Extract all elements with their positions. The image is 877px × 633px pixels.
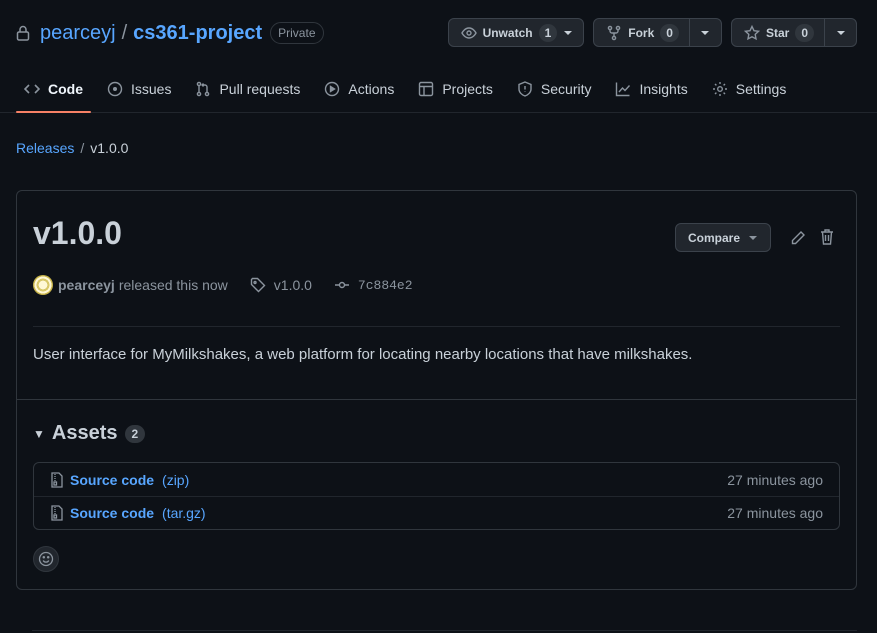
unwatch-label: Unwatch [482,25,533,40]
commit-link[interactable]: 7c884e2 [334,277,413,293]
assets-list: Source code (zip) 27 minutes ago Source … [33,462,840,530]
repo-name-link[interactable]: cs361-project [133,22,262,45]
list-item[interactable]: Source code (zip) 27 minutes ago [34,463,839,496]
tag-label: v1.0.0 [273,277,312,293]
shield-icon [517,81,533,97]
star-count: 0 [795,23,814,42]
tab-label: Issues [131,81,172,97]
fork-button[interactable]: Fork 0 [594,19,689,46]
play-icon [324,81,340,97]
repo-owner-link[interactable]: pearceyj [40,22,116,45]
compare-label: Compare [687,230,740,245]
tab-label: Pull requests [219,81,301,97]
breadcrumb-releases-link[interactable]: Releases [16,140,74,156]
asset-time: 27 minutes ago [727,471,823,488]
avatar[interactable] [33,275,53,295]
asset-type[interactable]: (tar.gz) [162,505,206,521]
repo-actions: Unwatch 1 Fork 0 Star 0 [447,18,857,47]
breadcrumb-separator: / [80,140,85,156]
breadcrumb-current: v1.0.0 [90,140,129,156]
tab-insights[interactable]: Insights [607,66,695,112]
tab-settings[interactable]: Settings [704,66,795,112]
file-zip-icon [50,505,64,521]
tab-label: Insights [639,81,688,97]
asset-type[interactable]: (zip) [162,472,189,488]
repo-separator: / [121,21,128,44]
assets-title: Assets [51,422,118,444]
fork-count: 0 [660,23,679,42]
triangle-down-icon: ▼ [33,426,45,441]
fork-icon [606,25,622,41]
caret-down-icon [836,28,846,38]
visibility-badge: Private [270,22,324,44]
tab-label: Actions [348,81,395,97]
star-label: Star [765,25,790,40]
author-link[interactable]: pearceyj [58,277,115,293]
watch-button-group: Unwatch 1 [447,18,585,47]
release-description: User interface for MyMilkshakes, a web p… [33,346,693,363]
table-icon [418,81,434,97]
watch-count: 1 [538,23,558,42]
file-zip-icon [50,471,64,488]
tab-label: Code [48,81,83,97]
lock-icon [16,25,30,41]
list-item[interactable]: Source code (tar.gz) 27 minutes ago [34,496,839,529]
fork-label: Fork [628,25,655,40]
repo-tabs: Code Issues Pull requests Actions Projec… [0,66,877,113]
tab-issues[interactable]: Issues [99,66,179,112]
tab-pull-requests[interactable]: Pull requests [187,66,308,112]
trash-icon[interactable] [819,228,835,246]
pull-request-icon [195,81,211,97]
divider [33,326,840,327]
fork-dropdown-button[interactable] [688,19,721,46]
star-dropdown-button[interactable] [824,19,856,46]
repo-header: pearceyj / cs361-project Private [16,18,324,48]
assets-divider [17,399,856,400]
issue-icon [107,81,123,97]
star-button[interactable]: Star 0 [732,19,824,46]
tab-actions[interactable]: Actions [316,66,402,112]
commit-hash: 7c884e2 [357,277,413,293]
tab-label: Settings [735,81,787,97]
tag-link[interactable]: v1.0.0 [250,277,312,293]
compare-button[interactable]: Compare [675,223,771,252]
gear-icon [712,81,728,97]
tab-code[interactable]: Code [16,66,91,113]
star-icon [743,24,760,41]
add-reaction-button[interactable] [33,546,59,572]
divider [32,630,857,631]
code-icon [24,81,40,97]
star-button-group: Star 0 [730,18,857,47]
tab-projects[interactable]: Projects [410,66,501,112]
assets-header[interactable]: ▼ Assets 2 [33,422,146,445]
release-title: v1.0.0 [33,215,122,251]
graph-icon [615,81,631,97]
smiley-icon [38,551,54,567]
assets-count: 2 [124,424,146,443]
commit-icon [334,277,350,293]
asset-name[interactable]: Source code [70,472,154,488]
caret-down-icon [748,233,758,243]
asset-time: 27 minutes ago [727,505,823,521]
release-card: v1.0.0 Compare pearceyj released this no… [16,190,857,590]
eye-icon [460,25,477,41]
tab-label: Projects [442,81,493,97]
fork-button-group: Fork 0 [593,18,722,47]
pencil-icon[interactable] [790,230,806,246]
tag-icon [250,277,266,293]
unwatch-button[interactable]: Unwatch 1 [449,19,584,46]
asset-name[interactable]: Source code [70,505,154,521]
released-text: released this now [118,277,228,293]
tab-security[interactable]: Security [509,66,600,112]
breadcrumb: Releases / v1.0.0 [16,140,128,156]
caret-down-icon [700,28,710,38]
tab-label: Security [540,81,592,97]
caret-down-icon [563,28,573,38]
release-meta: pearceyj released this now v1.0.0 7c884e… [33,274,413,296]
